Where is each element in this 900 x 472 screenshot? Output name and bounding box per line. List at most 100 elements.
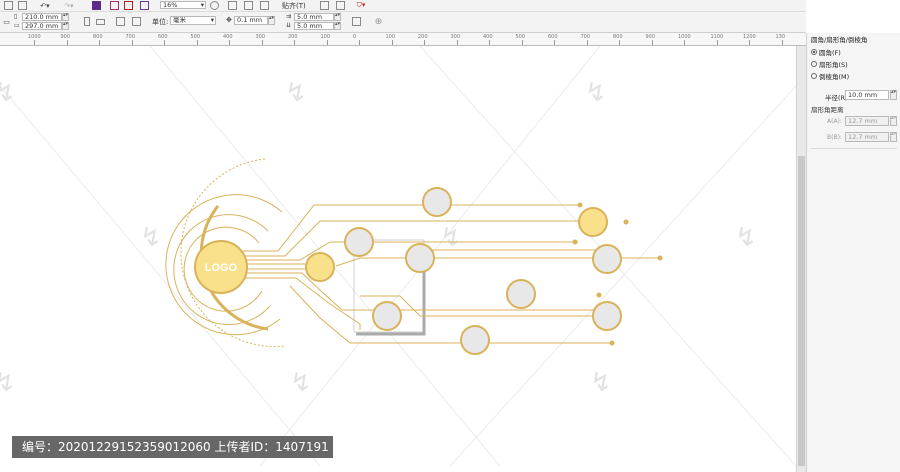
ruler-tick-mark (164, 40, 165, 45)
snap-to-menu[interactable]: 贴齐(T) (282, 1, 306, 11)
watermark-glyph: ↯ (735, 223, 757, 253)
b-value: 12.7 mm (848, 133, 878, 141)
current-page-icon[interactable] (132, 17, 141, 26)
ruler-tick-mark (229, 40, 230, 45)
snap-icon[interactable] (260, 1, 269, 10)
settings-icon[interactable] (336, 1, 345, 10)
watermark-glyphs: ↯ ↯ ↯ ↯ ↯ ↯ ↯ ↯ ↯ (0, 78, 757, 398)
nudge-spinner[interactable]: ▴▾ (268, 16, 275, 25)
ruler-tick-label: 900 (60, 34, 71, 40)
drawing-canvas[interactable]: ↯ ↯ ↯ ↯ ↯ ↯ ↯ ↯ ↯ LOGO (0, 46, 796, 472)
node-circle (405, 243, 435, 273)
options-icon[interactable] (320, 1, 329, 10)
a-spinner[interactable]: ▴▾ (890, 116, 897, 126)
page-size-icon[interactable]: ▭ (2, 17, 11, 26)
ruler-tick-mark (586, 40, 588, 45)
publish-icon[interactable] (140, 1, 149, 10)
ruler-tick-label: 130 (775, 34, 786, 40)
page-width-value: 210.0 mm (25, 13, 59, 21)
option-round[interactable]: 圆角(F) (811, 47, 841, 57)
dup-x-icon: ⇉ (286, 13, 292, 20)
ruler-tick-mark (554, 40, 555, 45)
watermark-glyph: ↯ (285, 78, 307, 108)
radius-spinner[interactable]: ▴▾ (890, 90, 897, 100)
duplicate-y-field[interactable]: 5.0 mm (294, 22, 334, 30)
trace (289, 285, 612, 344)
page-width-field[interactable]: 210.0 mm (22, 13, 62, 21)
ruler-tick-label: 400 (223, 34, 233, 40)
all-pages-icon[interactable] (116, 17, 125, 26)
horizontal-ruler[interactable]: 1000 900 800 700 600 500 400 300 200 100 0 100 200 30… (0, 33, 806, 46)
ruler-tick-mark (99, 40, 100, 45)
radio-chamfer[interactable] (811, 73, 817, 79)
duplicate-x-field[interactable]: 5.0 mm (294, 13, 334, 21)
ruler-tick-mark (651, 40, 653, 45)
add-preset-icon[interactable]: ⊕ (374, 17, 383, 27)
ruler-tick-label: 300 (255, 34, 266, 40)
ruler-tick-mark (34, 40, 35, 45)
scallop-distance-label: 扇形角距离 (811, 106, 844, 114)
node-circle (592, 244, 622, 274)
duplicate-x-spinner[interactable]: ▴▾ (334, 13, 341, 21)
watermark-glyph: ↯ (140, 223, 162, 253)
trace (240, 277, 361, 330)
landscape-icon[interactable] (96, 17, 105, 26)
fullscreen-icon[interactable] (210, 1, 219, 10)
duplicate-x-value: 5.0 mm (297, 13, 323, 21)
zoom-select[interactable]: 16% ▾ (160, 1, 206, 9)
ruler-tick-mark (131, 40, 133, 45)
ruler-tick-label: 600 (158, 34, 168, 40)
radio-scallop[interactable] (811, 61, 817, 67)
standard-toolbar: ↶▾ ↷▾ 16% ▾ 贴齐(T) ⛉▾ (0, 0, 806, 12)
guides-icon[interactable] (244, 1, 253, 10)
node-circle (422, 187, 452, 217)
ruler-tick-label: 200 (418, 34, 428, 40)
treat-as-filled-icon[interactable] (352, 17, 361, 26)
nudge-value: 0.1 mm (237, 16, 263, 24)
ruler-tick-mark (619, 40, 620, 45)
duplicate-y-spinner[interactable]: ▴▾ (334, 22, 341, 30)
ruler-tick-mark (521, 40, 523, 45)
pdf-icon[interactable] (124, 1, 133, 10)
copy-icon[interactable] (4, 1, 13, 10)
ruler-tick-mark (456, 40, 458, 45)
page-height-spinner[interactable]: ▴▾ (62, 22, 69, 30)
import-icon[interactable] (92, 1, 101, 10)
ruler-tick-mark (326, 40, 328, 45)
watermark-glyph: ↯ (590, 368, 612, 398)
option-chamfer[interactable]: 倒棱角(M) (811, 71, 849, 81)
diagonal-line (449, 85, 796, 467)
export-icon[interactable] (110, 1, 119, 10)
a-field[interactable]: 12.7 mm (845, 116, 889, 126)
a-label: A(A): (827, 118, 842, 125)
ruler-tick-mark (391, 40, 393, 45)
b-spinner[interactable]: ▴▾ (890, 132, 897, 142)
trace-endpoint (623, 219, 629, 225)
radio-round[interactable] (811, 49, 817, 55)
ruler-tick-label: 900 (645, 34, 656, 40)
units-select[interactable]: 毫米 ▾ (170, 16, 216, 25)
ruler-tick-label: 0 (353, 34, 357, 40)
ruler-tick-label: 100 (320, 34, 331, 40)
page-height-field[interactable]: 297.0 mm (22, 22, 62, 30)
portrait-icon[interactable] (82, 17, 91, 26)
b-field[interactable]: 12.7 mm (845, 132, 889, 142)
ruler-tick-mark (781, 40, 783, 45)
paste-icon[interactable] (18, 1, 27, 10)
undo-icon[interactable]: ↶▾ (38, 1, 52, 10)
circuit-nodes (305, 187, 622, 355)
units-label: 单位: (152, 18, 169, 26)
radius-field[interactable]: 10.0 mm (845, 90, 889, 100)
width-icon: ▯ (14, 13, 18, 20)
ruler-tick-mark (716, 40, 718, 45)
option-scallop[interactable]: 扇形角(S) (811, 59, 848, 69)
launch-icon[interactable]: ⛉▾ (354, 1, 368, 10)
page-width-spinner[interactable]: ▴▾ (62, 13, 69, 21)
grid-icon[interactable] (228, 1, 237, 10)
ruler-tick-mark (489, 40, 490, 45)
vertical-scroll-thumb[interactable] (798, 156, 805, 466)
panel-divider (811, 148, 897, 149)
redo-icon[interactable]: ↷▾ (62, 1, 76, 10)
nudge-field[interactable]: 0.1 mm (234, 16, 268, 25)
ruler-tick-mark (359, 40, 360, 45)
